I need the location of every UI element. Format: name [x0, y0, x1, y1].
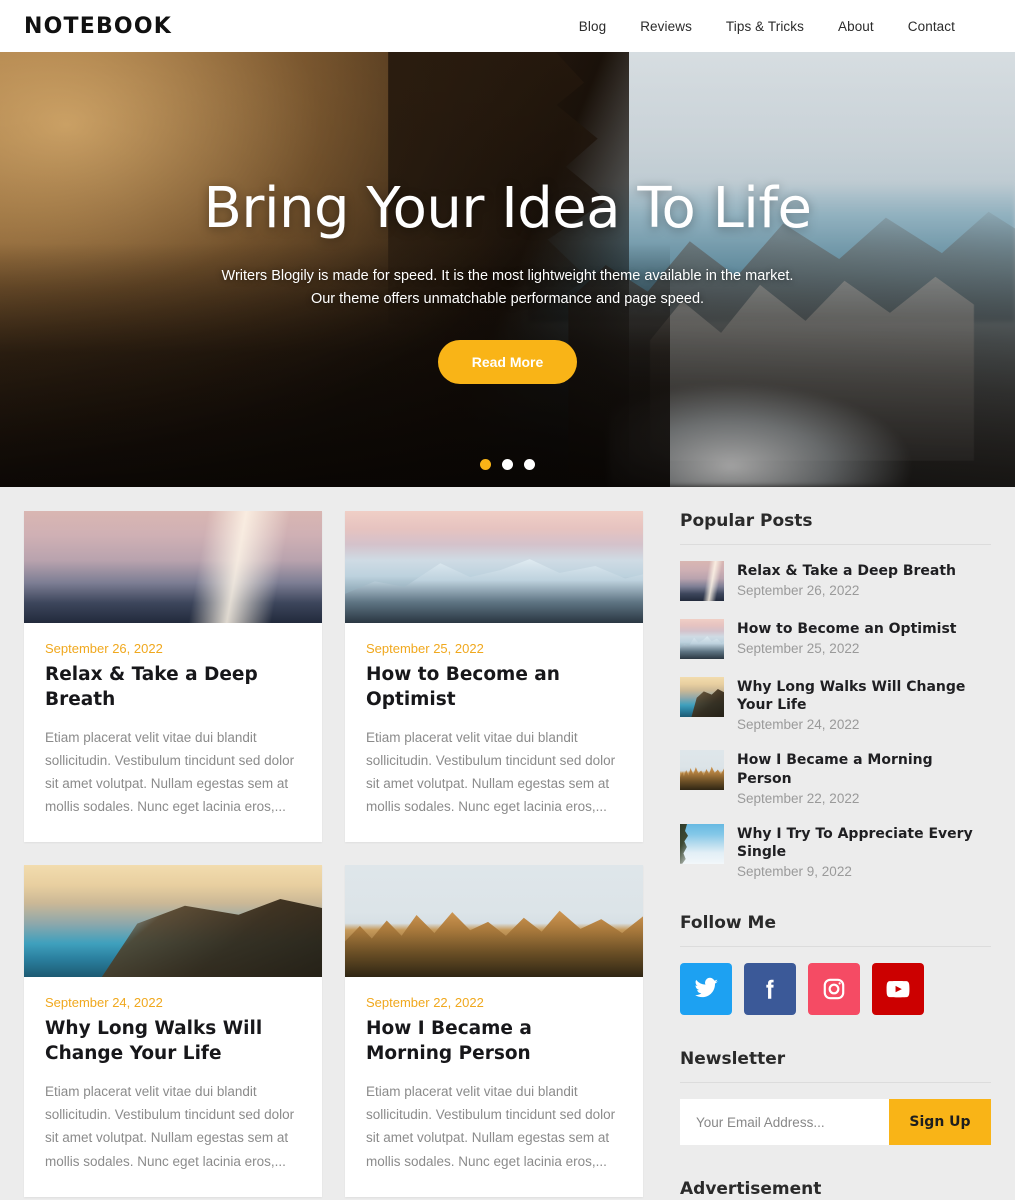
- popular-post-item[interactable]: Why I Try To Appreciate Every Single Sep…: [680, 823, 991, 879]
- post-thumbnail-snowy-mountain: [345, 511, 643, 623]
- popular-post-text: How I Became a Morning Person September …: [737, 750, 991, 805]
- post-card[interactable]: September 25, 2022 How to Become an Opti…: [345, 511, 643, 843]
- sidebar: Popular Posts Relax & Take a Deep Breath…: [660, 511, 1015, 1200]
- hero-slider: Bring Your Idea To Life Writers Blogily …: [0, 52, 1015, 487]
- hero-subtitle-line-2: Our theme offers unmatchable performance…: [310, 291, 705, 308]
- popular-post-item[interactable]: How I Became a Morning Person September …: [680, 750, 991, 806]
- nav-item-tips-tricks[interactable]: Tips & Tricks: [726, 19, 804, 34]
- post-card[interactable]: September 26, 2022 Relax & Take a Deep B…: [24, 511, 322, 843]
- nav-item-blog[interactable]: Blog: [579, 19, 606, 34]
- widget-popular-posts: Popular Posts Relax & Take a Deep Breath…: [680, 511, 991, 879]
- popular-post-title[interactable]: Why Long Walks Will Change Your Life: [737, 678, 991, 714]
- hero-subtitle: Writers Blogily is made for speed. It is…: [0, 265, 1015, 312]
- popular-post-title[interactable]: How I Became a Morning Person: [737, 751, 991, 787]
- widget-advertisement: Advertisement: [680, 1179, 991, 1200]
- popular-post-date: September 24, 2022: [737, 717, 860, 733]
- site-header: NOTEBOOK Blog Reviews Tips & Tricks Abou…: [0, 0, 1015, 52]
- popular-post-date: September 25, 2022: [737, 641, 860, 657]
- slider-dot-2[interactable]: [502, 459, 513, 470]
- popular-post-thumbnail-snowy-mountain: [680, 619, 724, 659]
- newsletter-signup-button[interactable]: Sign Up: [889, 1099, 991, 1146]
- popular-post-item[interactable]: How to Become an Optimist September 25, …: [680, 619, 991, 659]
- slider-dot-3[interactable]: [524, 459, 535, 470]
- social-links: [680, 963, 991, 1016]
- popular-post-thumbnail-autumn-forest: [680, 750, 724, 791]
- page-content: September 26, 2022 Relax & Take a Deep B…: [0, 487, 1015, 1200]
- hero-subtitle-line-1: Writers Blogily is made for speed. It is…: [221, 267, 794, 284]
- popular-post-thumbnail-beach-sky: [680, 823, 724, 864]
- widget-follow-me: Follow Me: [680, 913, 991, 1016]
- post-date: September 26, 2022: [45, 641, 163, 656]
- post-title[interactable]: Why Long Walks Will Change Your Life: [45, 1017, 301, 1067]
- hero-slider-dots: [0, 459, 1015, 470]
- twitter-icon[interactable]: [680, 963, 732, 1016]
- popular-post-title[interactable]: How to Become an Optimist: [737, 620, 956, 638]
- post-date: September 25, 2022: [366, 641, 484, 656]
- instagram-icon[interactable]: [808, 963, 860, 1016]
- post-card-body: September 25, 2022 How to Become an Opti…: [345, 623, 643, 842]
- slider-dot-1[interactable]: [480, 459, 491, 470]
- popular-post-thumbnail-coastal-cliff: [680, 677, 724, 717]
- post-excerpt: Etiam placerat velit vitae dui blandit s…: [45, 729, 295, 815]
- nav-item-contact[interactable]: Contact: [908, 19, 955, 34]
- youtube-icon[interactable]: [872, 963, 924, 1016]
- popular-post-text: Why Long Walks Will Change Your Life Sep…: [737, 677, 991, 732]
- popular-post-item[interactable]: Why Long Walks Will Change Your Life Sep…: [680, 677, 991, 732]
- post-date: September 22, 2022: [366, 995, 484, 1011]
- newsletter-email-input[interactable]: [680, 1099, 889, 1146]
- post-date: September 24, 2022: [45, 995, 163, 1011]
- popular-post-title[interactable]: Why I Try To Appreciate Every Single: [737, 825, 991, 861]
- post-thumbnail-coastal-cliff: [24, 865, 322, 978]
- hero-title: Bring Your Idea To Life: [203, 176, 813, 241]
- post-title[interactable]: How I Became a Morning Person: [366, 1017, 622, 1067]
- nav-item-about[interactable]: About: [838, 19, 874, 34]
- post-thumbnail-autumn-forest: [345, 865, 643, 978]
- hero-content: Bring Your Idea To Life Writers Blogily …: [0, 52, 1015, 384]
- popular-post-item[interactable]: Relax & Take a Deep Breath September 26,…: [680, 561, 991, 601]
- popular-posts-title: Popular Posts: [680, 511, 991, 545]
- post-title[interactable]: How to Become an Optimist: [366, 663, 622, 713]
- popular-post-title[interactable]: Relax & Take a Deep Breath: [737, 562, 956, 580]
- newsletter-form: Sign Up: [680, 1099, 991, 1146]
- post-grid: September 26, 2022 Relax & Take a Deep B…: [0, 511, 660, 1200]
- nav-item-reviews[interactable]: Reviews: [640, 19, 692, 34]
- widget-newsletter: Newsletter Sign Up: [680, 1049, 991, 1146]
- facebook-icon[interactable]: [744, 963, 796, 1016]
- hero-read-more-button[interactable]: Read More: [437, 339, 578, 384]
- post-title[interactable]: Relax & Take a Deep Breath: [45, 663, 301, 713]
- popular-post-date: September 22, 2022: [737, 790, 860, 806]
- popular-post-text: How to Become an Optimist September 25, …: [737, 619, 956, 656]
- site-logo[interactable]: NOTEBOOK: [24, 14, 172, 39]
- popular-post-text: Why I Try To Appreciate Every Single Sep…: [737, 824, 991, 879]
- advertisement-title: Advertisement: [680, 1179, 991, 1200]
- popular-post-date: September 9, 2022: [737, 864, 852, 880]
- post-thumbnail-surf-sunset: [24, 511, 322, 623]
- newsletter-title: Newsletter: [680, 1049, 991, 1084]
- post-card-body: September 26, 2022 Relax & Take a Deep B…: [24, 623, 322, 842]
- post-card-body: September 24, 2022 Why Long Walks Will C…: [24, 977, 322, 1196]
- post-card[interactable]: September 24, 2022 Why Long Walks Will C…: [24, 865, 322, 1197]
- main-navigation: Blog Reviews Tips & Tricks About Contact: [579, 19, 991, 34]
- popular-post-thumbnail-surf-sunset: [680, 561, 724, 601]
- popular-post-date: September 26, 2022: [737, 583, 860, 599]
- post-excerpt: Etiam placerat velit vitae dui blandit s…: [366, 1084, 616, 1169]
- post-excerpt: Etiam placerat velit vitae dui blandit s…: [45, 1084, 295, 1169]
- post-card[interactable]: September 22, 2022 How I Became a Mornin…: [345, 865, 643, 1197]
- follow-me-title: Follow Me: [680, 913, 991, 948]
- popular-post-text: Relax & Take a Deep Breath September 26,…: [737, 561, 956, 598]
- post-excerpt: Etiam placerat velit vitae dui blandit s…: [366, 729, 616, 815]
- post-card-body: September 22, 2022 How I Became a Mornin…: [345, 977, 643, 1196]
